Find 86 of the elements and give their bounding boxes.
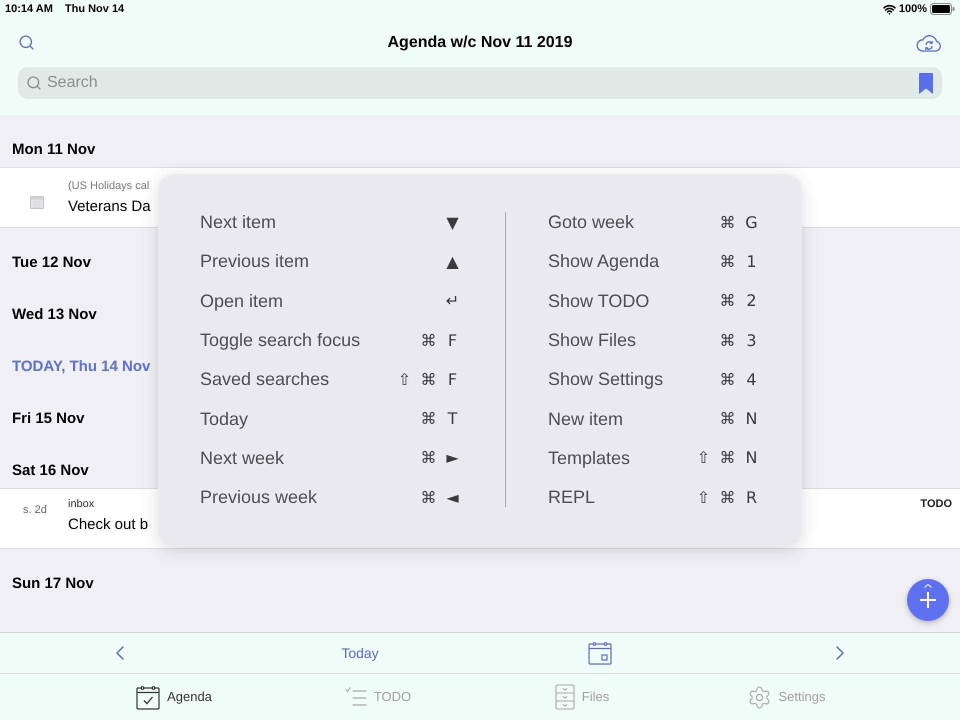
shortcut-key: ⌘: [718, 446, 737, 470]
search-field[interactable]: Search: [18, 67, 942, 99]
shortcut-key: ▼: [443, 210, 462, 235]
day-heading: Tue 12 Nov: [12, 254, 91, 272]
shortcut-key: ⌘: [419, 407, 438, 432]
shortcut-key: N: [742, 446, 761, 470]
shortcut-key: T: [443, 407, 462, 432]
shortcut-key: ⇧: [395, 368, 414, 392]
settings-icon: [746, 684, 772, 710]
caret-icon: [924, 584, 932, 588]
shortcut-label: Today: [200, 408, 248, 431]
shortcut-label: Previous week: [200, 486, 318, 510]
shortcut-key: ⌘: [718, 328, 737, 353]
shortcut-label: Next item: [200, 211, 276, 234]
shortcut-key: ⌘: [718, 210, 737, 235]
shortcut-key: G: [742, 210, 761, 235]
checklist-icon: [344, 687, 367, 707]
today-button[interactable]: Today: [341, 642, 379, 664]
shortcut-key: ⌘: [718, 486, 737, 510]
wifi-icon: [882, 2, 896, 16]
shortcut-key: ⌘: [718, 368, 737, 392]
shortcut-label: Templates: [548, 446, 630, 470]
tab[interactable]: Files: [554, 684, 610, 710]
shortcut-key: ⌘: [419, 368, 438, 392]
shortcut-key: F: [443, 368, 462, 392]
shortcut-label: Open item: [200, 290, 284, 313]
search-icon[interactable]: [18, 34, 35, 51]
shortcut-key: N: [742, 407, 761, 432]
shortcut-label: Show Files: [548, 329, 636, 352]
day-heading: Sat 16 Nov: [12, 462, 89, 480]
day-heading: Sun 17 Nov: [12, 575, 94, 593]
scheduled-label: s. 2d: [23, 504, 47, 516]
status-date: Thu Nov 14: [64, 2, 124, 17]
shortcut-key: F: [443, 328, 462, 353]
shortcut-key: ▲: [443, 250, 462, 274]
calendar-name: (US Holidays cal: [68, 178, 150, 192]
shortcut-label: Toggle search focus: [200, 329, 360, 352]
shortcut-key: ⌘: [718, 289, 737, 314]
calendar-icon[interactable]: [588, 641, 612, 665]
shortcut-label: Show Settings: [548, 368, 664, 392]
tab[interactable]: TODO: [344, 687, 412, 707]
calendar-check-icon: [136, 684, 160, 710]
bookmark-icon[interactable]: [919, 73, 933, 94]
shortcut-key: ►: [443, 446, 462, 470]
event-title: Veterans Da: [68, 196, 151, 216]
task-title: Check out b: [68, 515, 148, 535]
add-button[interactable]: [907, 579, 949, 621]
shortcut-key: ◄: [443, 486, 462, 510]
calendar-icon: [30, 194, 44, 208]
shortcut-key: ⌘: [718, 407, 737, 432]
plus-icon: [920, 592, 936, 608]
shortcut-key: 2: [742, 289, 761, 314]
shortcut-label: Next week: [200, 446, 284, 470]
shortcut-key: ⌘: [419, 486, 438, 510]
shortcut-label: Show Agenda: [548, 250, 660, 274]
shortcut-label: Goto week: [548, 211, 634, 234]
day-heading: Wed 13 Nov: [12, 306, 97, 324]
shortcut-key: R: [742, 486, 761, 510]
shortcut-label: Show TODO: [548, 290, 650, 313]
tab[interactable]: Agenda: [136, 684, 212, 710]
shortcut-key: ⌘: [718, 250, 737, 274]
shortcut-key: 1: [742, 250, 761, 274]
shortcut-label: New item: [548, 408, 624, 431]
cloud-sync-icon[interactable]: [916, 33, 942, 52]
status-time: 10:14 AM: [5, 2, 53, 17]
day-heading: Fri 15 Nov: [12, 410, 85, 428]
search-icon: [26, 75, 42, 91]
battery-percent: 100%: [898, 2, 927, 17]
shortcut-key: ↵: [443, 289, 462, 314]
shortcut-label: Saved searches: [200, 368, 330, 392]
shortcut-key: ⌘: [419, 328, 438, 353]
category-label: inbox: [68, 497, 94, 511]
tab[interactable]: Settings: [746, 684, 826, 710]
shortcut-label: Previous item: [200, 250, 310, 274]
shortcut-label: REPL: [548, 486, 596, 510]
battery-icon: [930, 3, 955, 15]
shortcut-key: 3: [742, 328, 761, 353]
file-cabinet-icon: [554, 684, 575, 710]
shortcut-key: ⇧: [694, 486, 713, 510]
shortcut-key: 4: [742, 368, 761, 392]
shortcut-key: ⌘: [419, 446, 438, 470]
shortcut-key: ⇧: [694, 446, 713, 470]
page-title: Agenda w/c Nov 11 2019: [388, 32, 572, 52]
day-heading: Mon 11 Nov: [12, 141, 96, 159]
day-heading: TODAY, Thu 14 Nov: [12, 358, 150, 376]
todo-keyword: TODO: [920, 497, 952, 511]
